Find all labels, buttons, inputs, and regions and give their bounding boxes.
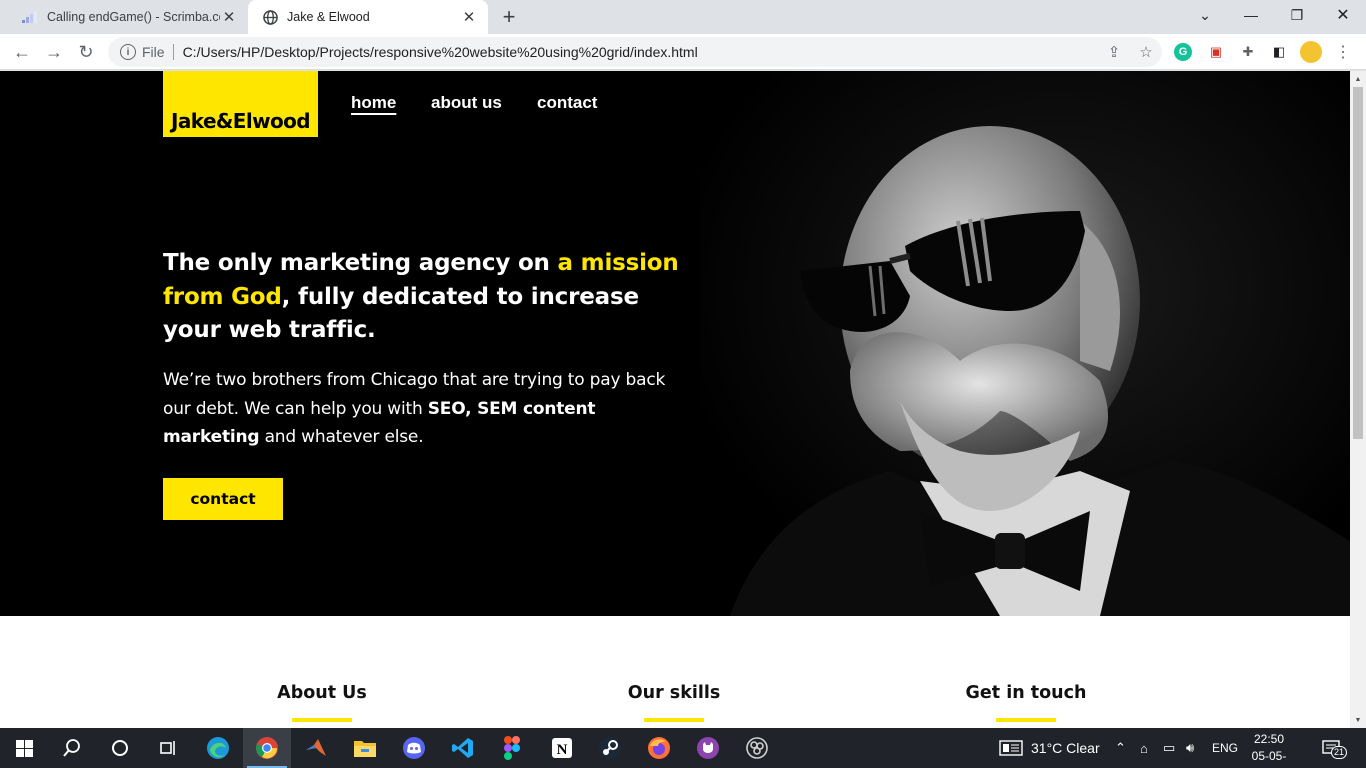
nav-home-link[interactable]: home [351,93,396,113]
cortana-icon[interactable] [96,728,144,768]
description-text: and whatever else. [259,427,424,447]
github-desktop-icon[interactable] [684,728,732,768]
tab-scrimba[interactable]: Calling endGame() - Scrimba.com ✕ [8,0,248,34]
scroll-down-icon[interactable]: ▼ [1350,713,1366,727]
side-panel-icon[interactable]: ◧ [1268,41,1290,63]
grammarly-icon[interactable]: G [1174,43,1192,61]
weather-text[interactable]: 31°C Clear [1031,728,1100,768]
hero-section: Jake&Elwood home about us contact The on… [0,71,1350,616]
heading-underline [996,718,1056,722]
extensions-puzzle-icon[interactable]: ✚ [1237,41,1259,63]
bookmark-star-icon[interactable]: ☆ [1130,37,1162,67]
edge-icon[interactable] [194,728,242,768]
windows-start-icon[interactable] [0,728,48,768]
tab-title: Jake & Elwood [287,10,370,24]
weather-icon[interactable] [999,728,1023,768]
heading-underline [644,718,704,722]
task-view-icon[interactable] [144,728,192,768]
chrome-icon[interactable] [243,728,291,768]
globe-icon [262,9,278,25]
tab-title: Calling endGame() - Scrimba.com [47,10,220,24]
our-skills-heading: Our skills [627,683,721,703]
reload-icon[interactable]: ↻ [72,38,100,66]
system-clock[interactable]: 22:50 05-05-2022 [1240,731,1298,768]
menu-kebab-icon[interactable]: ⋮ [1332,41,1354,63]
page-scrollbar[interactable]: ▲ ▼ [1350,71,1366,728]
profile-avatar[interactable] [1300,41,1322,63]
close-icon[interactable]: ✕ [220,8,238,26]
chevron-up-icon[interactable]: ⌃ [1115,728,1126,768]
network-icon[interactable]: ⌂ [1140,728,1148,768]
hero-description: We’re two brothers from Chicago that are… [163,366,683,452]
notion-icon[interactable]: N [538,728,586,768]
nav-about-link[interactable]: about us [431,93,502,113]
share-icon[interactable]: ⇪ [1098,37,1130,67]
figma-icon[interactable] [488,728,536,768]
notification-count-badge: 21 [1331,746,1348,759]
file-explorer-icon[interactable] [341,728,389,768]
minimize-icon[interactable]: — [1228,0,1274,30]
headline-text: The only marketing agency on [163,250,558,276]
address-bar[interactable]: i File C:/Users/HP/Desktop/Projects/resp… [108,37,1162,67]
window-close-icon[interactable]: ✕ [1320,0,1366,30]
volume-icon[interactable]: 🔊︎ [1186,728,1194,768]
restore-icon[interactable]: ❐ [1274,0,1320,30]
about-us-heading: About Us [277,683,367,703]
get-in-touch-heading: Get in touch [965,683,1087,703]
heading-underline [292,718,352,722]
matlab-icon[interactable] [292,728,340,768]
firefox-icon[interactable] [635,728,683,768]
browser-tabstrip: Calling endGame() - Scrimba.com ✕ Jake &… [0,0,1366,34]
contact-button[interactable]: contact [163,478,283,520]
forward-icon[interactable]: → [40,38,68,66]
extension-red-icon[interactable]: ▣ [1205,41,1227,63]
steam-icon[interactable] [586,728,634,768]
clock-time: 22:50 [1253,732,1285,746]
obs-icon[interactable] [733,728,781,768]
notification-center-icon[interactable]: 21 [1322,728,1348,768]
search-icon[interactable] [48,728,96,768]
windows-taskbar: N 31°C Clear ⌃ ⌂ ▭ 🔊︎ ENG 22:50 05-05-20… [0,728,1366,768]
language-indicator[interactable]: ENG [1212,728,1238,768]
address-divider [172,44,174,60]
browser-toolbar: ← → ↻ i File C:/Users/HP/Desktop/Project… [0,34,1366,70]
tab-jake-elwood[interactable]: Jake & Elwood ✕ [248,0,488,34]
clock-date: 05-05-2022 [1251,749,1287,768]
nav-contact-link[interactable]: contact [537,93,597,113]
close-icon[interactable]: ✕ [460,8,478,26]
address-url[interactable]: C:/Users/HP/Desktop/Projects/responsive%… [183,44,1098,60]
site-info-icon[interactable]: i [120,44,136,60]
discord-icon[interactable] [390,728,438,768]
vscode-icon[interactable] [439,728,487,768]
new-tab-button[interactable]: + [496,4,522,29]
site-logo[interactable]: Jake&Elwood [163,71,318,137]
scroll-thumb[interactable] [1353,87,1363,439]
back-icon[interactable]: ← [8,38,36,66]
tab-search-icon[interactable]: ⌄ [1182,0,1228,30]
scroll-up-icon[interactable]: ▲ [1350,72,1366,86]
scrimba-icon [22,9,38,25]
page-viewport: Jake&Elwood home about us contact The on… [0,71,1350,728]
hero-portrait-image [700,71,1350,616]
svg-text:N: N [557,742,568,758]
address-scheme: File [142,44,165,60]
hero-headline: The only marketing agency on a mission f… [163,247,703,348]
battery-icon[interactable]: ▭ [1163,728,1175,768]
